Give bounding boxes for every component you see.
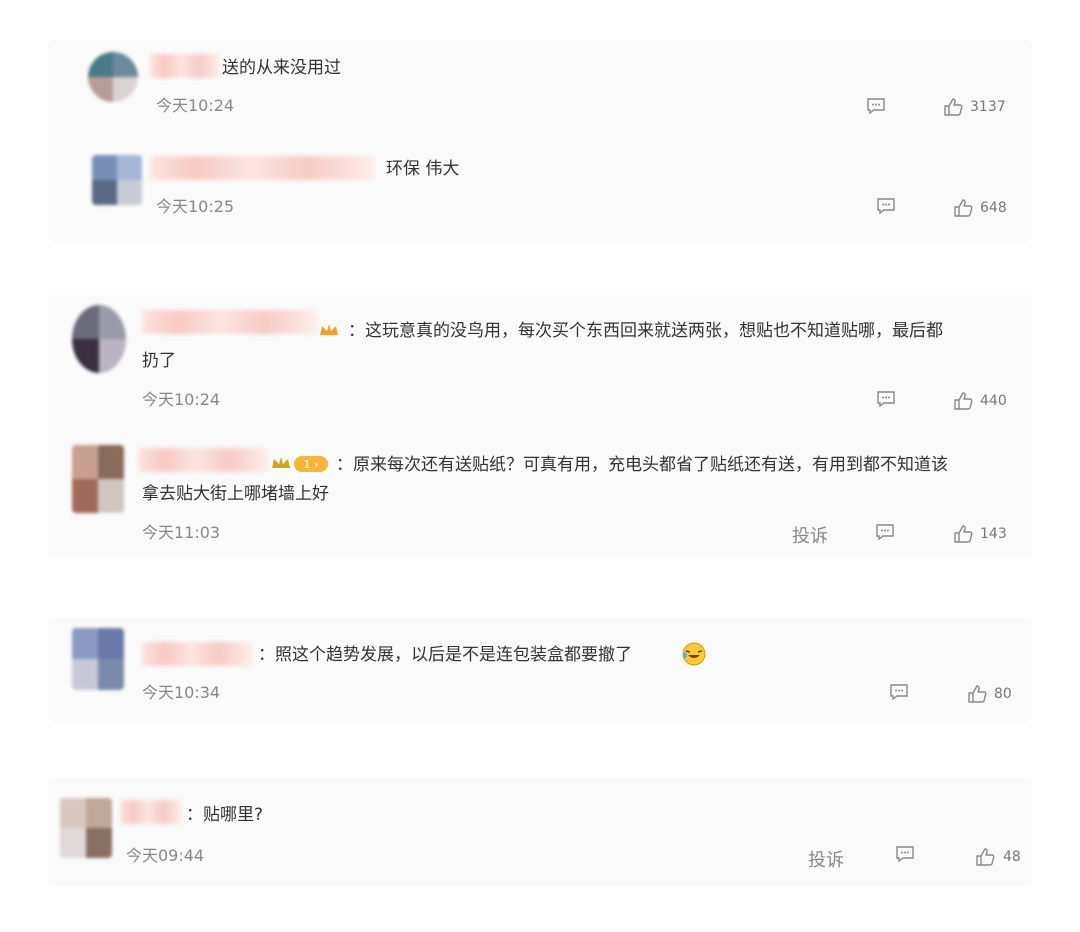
- username[interactable]: [150, 54, 220, 78]
- avatar[interactable]: [72, 445, 124, 513]
- comment-text: 送的从来没用过: [222, 58, 341, 78]
- report-button[interactable]: 投诉: [808, 846, 844, 872]
- avatar[interactable]: [60, 798, 112, 858]
- comment-text: 拿去贴大街上哪堵墙上好: [142, 484, 329, 504]
- comment-time: 今天11:03: [142, 523, 221, 542]
- comment-text: 扔了: [142, 351, 176, 371]
- like-count: 3137: [970, 99, 1006, 115]
- comment-time: 今天10:34: [142, 683, 221, 702]
- comment-time: 今天09:44: [126, 846, 205, 865]
- comment-icon[interactable]: [874, 521, 896, 543]
- report-button[interactable]: 投诉: [792, 522, 828, 548]
- vip-badge-icon: 1 ›: [272, 456, 328, 472]
- thumbs-up-icon[interactable]: [952, 197, 974, 219]
- avatar[interactable]: [72, 305, 126, 373]
- svg-text:1 ›: 1 ›: [304, 458, 319, 471]
- reply-thread-card: [48, 778, 1032, 886]
- username[interactable]: [142, 642, 252, 666]
- comment-text: ：原来每次还有送贴纸？可真有用，充电头都省了贴纸还有送，有用到都不知道该: [336, 455, 948, 475]
- laughing-emoji-icon: [682, 642, 706, 666]
- username[interactable]: [142, 310, 317, 334]
- comment-time: 今天10:24: [142, 390, 221, 409]
- comment-time: 今天10:24: [156, 96, 235, 115]
- comment-icon[interactable]: [865, 95, 887, 117]
- like-count: 143: [980, 526, 1007, 542]
- thumbs-up-icon[interactable]: [952, 390, 974, 412]
- comment-text: 环保 伟大: [386, 159, 460, 179]
- comment-time: 今天10:25: [156, 197, 235, 216]
- thumbs-up-icon[interactable]: [942, 96, 964, 118]
- username[interactable]: [138, 448, 268, 472]
- comment-icon[interactable]: [888, 681, 910, 703]
- thumbs-up-icon[interactable]: [966, 683, 988, 705]
- comment-text: ：贴哪里?: [186, 805, 264, 825]
- comment-icon[interactable]: [875, 195, 897, 217]
- comment-icon[interactable]: [894, 843, 916, 865]
- like-count: 48: [1003, 849, 1021, 865]
- username[interactable]: [150, 156, 375, 180]
- avatar[interactable]: [72, 628, 124, 690]
- crown-badge-icon: [320, 324, 338, 335]
- comment-text: ：照这个趋势发展，以后是不是连包装盒都要撤了: [258, 645, 632, 665]
- thumbs-up-icon[interactable]: [974, 846, 996, 868]
- like-count: 440: [980, 393, 1007, 409]
- avatar[interactable]: [88, 52, 138, 102]
- thumbs-up-icon[interactable]: [952, 523, 974, 545]
- reply-thread-card: [48, 618, 1032, 722]
- comment-text: ：这玩意真的没鸟用，每次买个东西回来就送两张，想贴也不知道贴哪，最后都: [348, 321, 943, 341]
- like-count: 648: [980, 200, 1007, 216]
- like-count: 80: [994, 686, 1012, 702]
- username[interactable]: [120, 800, 182, 824]
- comment-icon[interactable]: [875, 388, 897, 410]
- avatar[interactable]: [92, 155, 142, 205]
